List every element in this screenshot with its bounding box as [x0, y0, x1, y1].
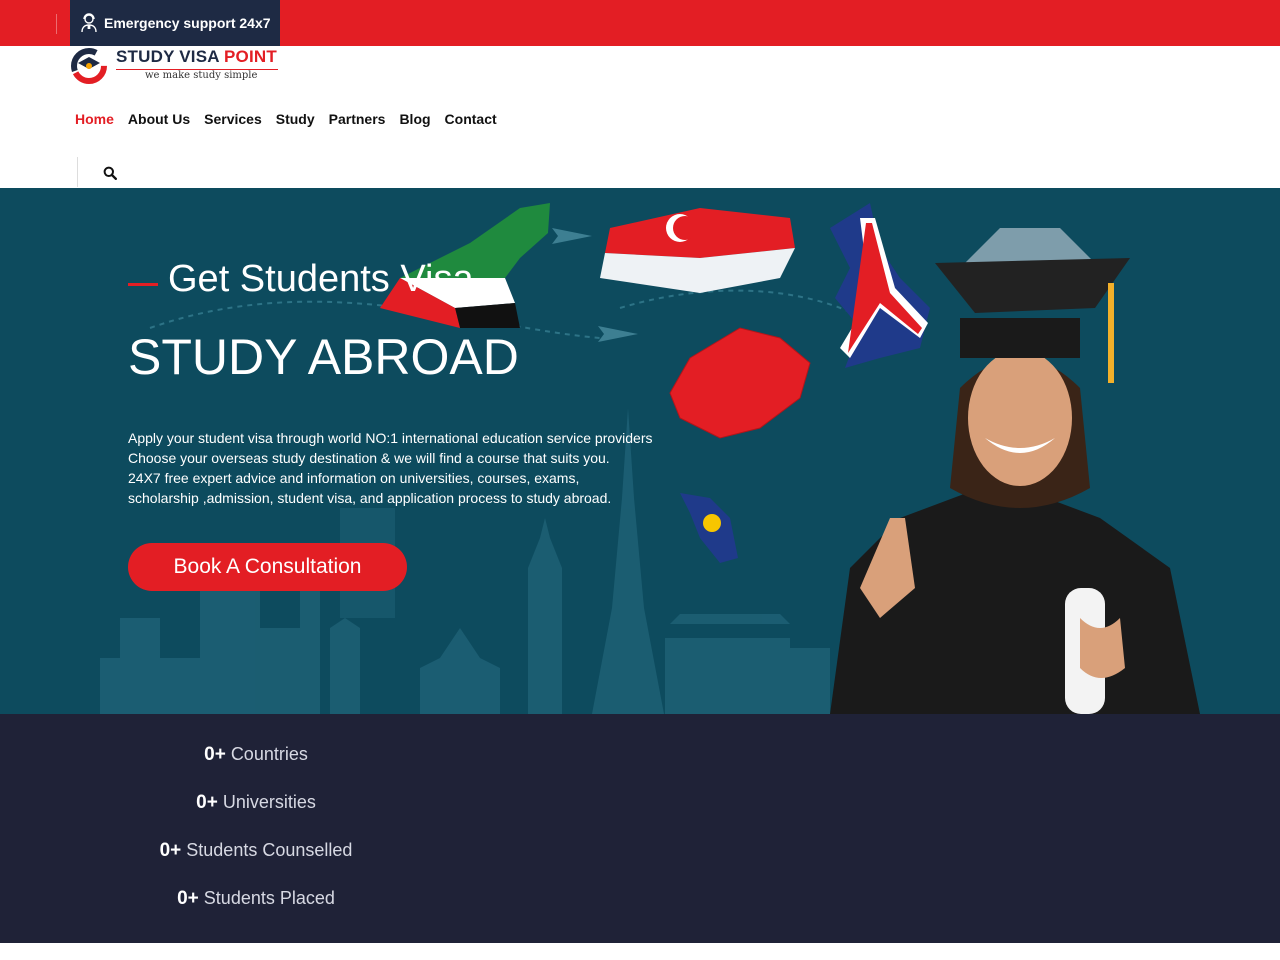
hero-description: Apply your student visa through world NO… [128, 428, 688, 508]
brand-name: STUDY VISA POINT [116, 47, 277, 67]
stat-label: Universities [222, 792, 316, 812]
stat-value: 0+ [204, 744, 226, 765]
nav-item-contact[interactable]: Contact [445, 111, 497, 127]
hero-headline: STUDY ABROAD [128, 329, 519, 385]
hero-description-line: Choose your overseas study destination &… [128, 450, 610, 466]
stat-label: Countries [230, 744, 308, 764]
nav-item-study[interactable]: Study [276, 111, 315, 127]
hero-banner: Get Students Visa STUDY ABROAD Apply you… [0, 188, 1280, 714]
stat-students-counselled: 0+ Students Counselled [0, 840, 512, 862]
stat-value: 0+ [159, 840, 182, 861]
eyebrow-dash [128, 283, 158, 286]
europe-map-shape [669, 327, 811, 439]
hero-eyebrow-text: Get Students Visa [168, 258, 474, 300]
hero-description-line: Apply your student visa through world NO… [128, 430, 653, 446]
stat-countries: 0+ Countries [0, 744, 512, 766]
hero-description-line: 24X7 free expert advice and information … [128, 470, 580, 486]
search-icon[interactable] [103, 166, 117, 180]
hero-eyebrow: Get Students Visa [128, 258, 474, 301]
stat-label: Students Counselled [186, 840, 353, 860]
hero-description-line: scholarship ,admission, student visa, an… [128, 490, 612, 506]
nav-item-blog[interactable]: Blog [399, 111, 430, 127]
nav-item-home[interactable]: Home [75, 111, 114, 127]
brand-name-accent: POINT [224, 47, 277, 66]
stat-value: 0+ [196, 792, 218, 813]
emergency-support-label: Emergency support 24x7 [104, 15, 271, 31]
nav-item-services[interactable]: Services [204, 111, 262, 127]
graduation-cap-logo-icon [71, 48, 107, 84]
singapore-map-shape [600, 208, 795, 293]
topbar-divider [56, 14, 57, 34]
stat-universities: 0+ Universities [0, 792, 512, 814]
nav-item-partners[interactable]: Partners [329, 111, 386, 127]
nav-item-about-us[interactable]: About Us [128, 111, 190, 127]
headset-agent-icon [81, 13, 97, 33]
book-consultation-button[interactable]: Book A Consultation [128, 543, 407, 591]
brand-tagline: we make study simple [145, 70, 258, 81]
brand-name-primary: STUDY VISA [116, 47, 225, 66]
stat-value: 0+ [177, 888, 199, 909]
stats-section: 0+ Countries 0+ Universities 0+ Students… [0, 714, 1280, 943]
top-bar: Emergency support 24x7 [0, 0, 1280, 46]
stat-students-placed: 0+ Students Placed [0, 888, 512, 910]
malaysia-map-shape [680, 493, 738, 563]
main-nav: Home About Us Services Study Partners Bl… [75, 111, 497, 127]
search-divider [77, 157, 78, 187]
emergency-support-badge[interactable]: Emergency support 24x7 [70, 0, 280, 46]
stat-label: Students Placed [203, 888, 335, 908]
uk-map-shape [830, 203, 930, 368]
site-logo[interactable]: STUDY VISA POINT we make study simple [70, 46, 280, 86]
